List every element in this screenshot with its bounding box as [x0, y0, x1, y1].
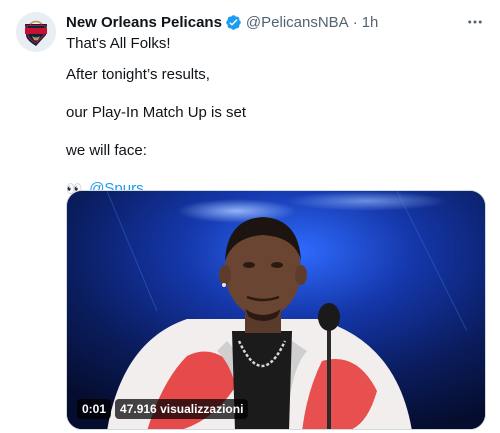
- tweet-header: New Orleans Pelicans @PelicansNBA · 1h: [66, 12, 378, 32]
- verified-badge-icon: [225, 14, 242, 31]
- tweet-line: That's All Folks!: [66, 35, 171, 52]
- video-player[interactable]: 0:01 47.916 visualizzazioni: [66, 190, 486, 430]
- video-timestamp: 0:01: [77, 399, 112, 419]
- pelicans-logo-icon: [16, 12, 56, 52]
- video-view-count: 47.916 visualizzazioni: [115, 399, 249, 419]
- tweet-line: After tonight’s results,: [66, 66, 210, 83]
- tweet-card[interactable]: New Orleans Pelicans @PelicansNBA · 1h T…: [0, 0, 500, 433]
- separator-dot: ·: [352, 13, 358, 31]
- tweet-line: we will face:: [66, 142, 147, 159]
- author-display-name[interactable]: New Orleans Pelicans: [66, 14, 222, 31]
- more-dots-icon: [468, 20, 482, 24]
- video-overlay: 0:01 47.916 visualizzazioni: [77, 399, 249, 419]
- author-handle[interactable]: @PelicansNBA: [246, 14, 349, 31]
- video-frame-image: [67, 191, 485, 429]
- tweet-timestamp[interactable]: 1h: [362, 14, 379, 31]
- more-options-button[interactable]: [464, 12, 486, 32]
- tweet-text: That's All Folks! After tonight’s result…: [66, 34, 486, 199]
- tweet-line: our Play-In Match Up is set: [66, 104, 247, 121]
- avatar[interactable]: [16, 12, 56, 52]
